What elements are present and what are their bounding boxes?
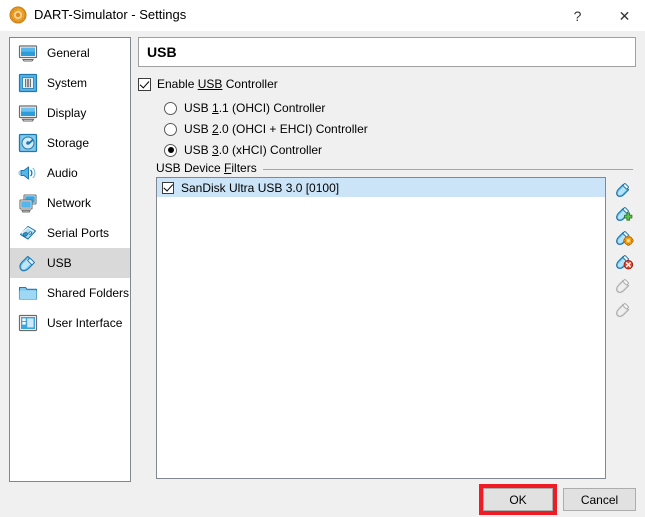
close-button[interactable]: ✕ — [602, 0, 645, 31]
usb-1-1-ohci-label: USB 1.1 (OHCI) Controller — [184, 101, 325, 115]
sidebar-item-label: General — [47, 46, 90, 60]
sidebar-item-user-interface[interactable]: User Interface — [10, 308, 130, 338]
sidebar-item-audio[interactable]: Audio — [10, 158, 130, 188]
usb-1-1-ohci-radio-row[interactable]: USB 1.1 (OHCI) Controller — [164, 101, 325, 115]
remove-filter-icon — [614, 251, 634, 271]
close-icon: ✕ — [619, 9, 631, 23]
sidebar-item-label: Shared Folders — [47, 286, 129, 300]
sidebar-item-storage[interactable]: Storage — [10, 128, 130, 158]
ok-button[interactable]: OK — [483, 488, 553, 511]
add-filter-from-device-button[interactable] — [612, 201, 636, 225]
sidebar-item-display[interactable]: Display — [10, 98, 130, 128]
sidebar-item-system[interactable]: System — [10, 68, 130, 98]
sidebar-item-label: Network — [47, 196, 91, 210]
sidebar-item-label: USB — [47, 256, 72, 270]
enable-usb-controller-label: Enable USB Controller — [157, 77, 278, 91]
serial-port-icon — [17, 222, 39, 244]
page-title-bar: USB — [138, 37, 636, 67]
sidebar-item-network[interactable]: Network — [10, 188, 130, 218]
settings-category-list[interactable]: General System D — [9, 37, 131, 482]
list-item[interactable]: SanDisk Ultra USB 3.0 [0100] — [157, 178, 605, 197]
filter-name: SanDisk Ultra USB 3.0 [0100] — [181, 181, 339, 195]
usb-filter-toolbar[interactable] — [612, 177, 636, 321]
cancel-button[interactable]: Cancel — [563, 488, 636, 511]
network-icon — [17, 192, 39, 214]
add-empty-filter-icon — [614, 179, 634, 199]
usb-3-0-xhci-radio-row[interactable]: USB 3.0 (xHCI) Controller — [164, 143, 322, 157]
enable-usb-controller-row[interactable]: Enable USB Controller — [138, 77, 278, 91]
speaker-icon — [17, 162, 39, 184]
sidebar-item-label: Display — [47, 106, 86, 120]
sidebar-item-general[interactable]: General — [10, 38, 130, 68]
usb-device-filters-label: USB Device Filters — [156, 161, 263, 175]
filter-enabled-checkbox[interactable] — [162, 182, 174, 194]
sidebar-item-label: User Interface — [47, 316, 122, 330]
usb-plug-icon — [17, 252, 39, 274]
move-filter-up-icon — [614, 275, 634, 295]
move-filter-up-button — [612, 273, 636, 297]
usb-1-1-ohci-radio[interactable] — [164, 102, 177, 115]
user-interface-icon — [17, 312, 39, 334]
usb-3-0-xhci-label: USB 3.0 (xHCI) Controller — [184, 143, 322, 157]
remove-filter-button[interactable] — [612, 249, 636, 273]
folder-icon — [17, 282, 39, 304]
move-filter-down-icon — [614, 299, 634, 319]
display-icon — [17, 102, 39, 124]
accelerator-letter: USB — [198, 77, 223, 91]
usb-2-0-ehci-radio[interactable] — [164, 123, 177, 136]
usb-2-0-ehci-radio-row[interactable]: USB 2.0 (OHCI + EHCI) Controller — [164, 122, 368, 136]
edit-filter-icon — [614, 227, 634, 247]
usb-3-0-xhci-radio[interactable] — [164, 144, 177, 157]
accelerator-letter: 2 — [212, 122, 219, 136]
enable-usb-controller-checkbox[interactable] — [138, 78, 151, 91]
sidebar-item-label: Serial Ports — [47, 226, 109, 240]
window-title: DART-Simulator - Settings — [34, 5, 186, 24]
title-bar: DART-Simulator - Settings ? ✕ — [0, 0, 645, 31]
sidebar-item-serial-ports[interactable]: Serial Ports — [10, 218, 130, 248]
accelerator-letter: 3 — [212, 143, 219, 157]
usb-device-filters-list[interactable]: SanDisk Ultra USB 3.0 [0100] — [156, 177, 606, 479]
page-title: USB — [147, 44, 177, 60]
settings-page-usb: USB Enable USB Controller USB 1.1 (OHCI)… — [138, 37, 636, 482]
sidebar-item-label: Audio — [47, 166, 78, 180]
sidebar-item-shared-folders[interactable]: Shared Folders — [10, 278, 130, 308]
edit-filter-button[interactable] — [612, 225, 636, 249]
sidebar-item-label: Storage — [47, 136, 89, 150]
sidebar-item-usb[interactable]: USB — [10, 248, 130, 278]
monitor-icon — [17, 42, 39, 64]
usb-2-0-ehci-label: USB 2.0 (OHCI + EHCI) Controller — [184, 122, 368, 136]
disk-icon — [17, 132, 39, 154]
move-filter-down-button — [612, 297, 636, 321]
chip-icon — [17, 72, 39, 94]
add-empty-filter-button[interactable] — [612, 177, 636, 201]
sidebar-item-label: System — [47, 76, 87, 90]
question-mark-icon: ? — [574, 9, 582, 23]
virtualbox-icon — [9, 6, 27, 24]
accelerator-letter: 1 — [212, 101, 219, 115]
help-button[interactable]: ? — [555, 0, 600, 31]
add-filter-from-device-icon — [614, 203, 634, 223]
